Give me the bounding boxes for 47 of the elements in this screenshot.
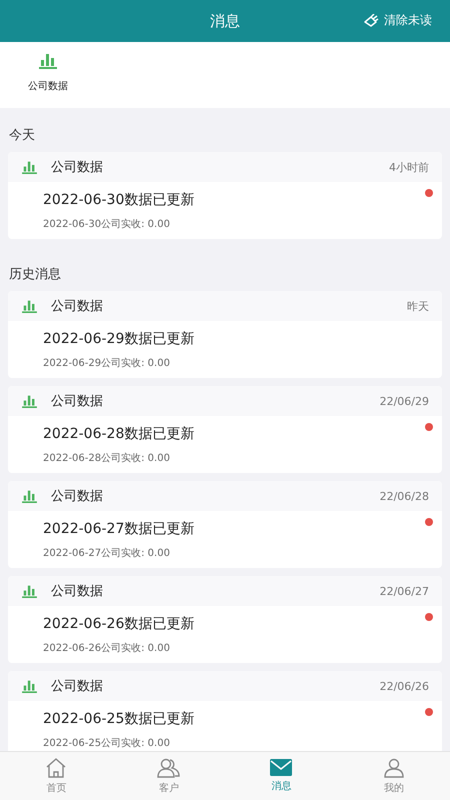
home-icon xyxy=(45,758,68,778)
message-detail: 2022-06-29公司实收: 0.00 xyxy=(43,356,171,370)
message-detail: 2022-06-25公司实收: 0.00 xyxy=(43,736,171,750)
bar-chart-icon xyxy=(22,584,37,598)
message-time: 4小时前 xyxy=(389,160,429,174)
message-title: 2022-06-27数据已更新 xyxy=(43,520,196,538)
bar-chart-icon xyxy=(22,394,37,408)
message-category: 公司数据 xyxy=(51,583,103,600)
bar-chart-icon xyxy=(22,160,37,174)
message-detail: 2022-06-30公司实收: 0.00 xyxy=(43,218,171,231)
message-detail: 2022-06-26公司实收: 0.00 xyxy=(43,642,171,655)
message-category: 公司数据 xyxy=(51,393,103,410)
bar-chart-icon xyxy=(22,679,37,693)
message-card[interactable]: 公司数据 昨天 2022-06-29数据已更新 2022-06-29公司实收: 0.00 xyxy=(8,291,442,378)
message-detail: 2022-06-28公司实收: 0.00 xyxy=(43,452,171,465)
users-icon xyxy=(156,758,181,778)
message-title: 2022-06-25数据已更新 xyxy=(43,710,196,728)
user-icon xyxy=(384,758,404,778)
page-title: 消息 xyxy=(210,12,240,30)
envelope-icon xyxy=(270,759,292,776)
message-category: 公司数据 xyxy=(51,488,103,505)
message-time: 22/06/29 xyxy=(380,394,429,408)
message-time: 昨天 xyxy=(407,298,429,314)
message-title: 2022-06-30数据已更新 xyxy=(43,191,196,209)
message-card[interactable]: 公司数据 22/06/26 2022-06-25数据已更新 2022-06-25公司实收: 0.00 xyxy=(8,671,442,751)
message-category: 公司数据 xyxy=(51,159,103,176)
message-time: 22/06/26 xyxy=(380,680,429,692)
bar-chart-icon xyxy=(22,299,37,313)
message-card[interactable]: 公司数据 22/06/27 2022-06-26数据已更新 2022-06-26公司实收: 0.00 xyxy=(8,576,442,663)
shortcut-button[interactable]: 公司数据 xyxy=(22,42,74,108)
message-detail: 2022-06-27公司实收: 0.00 xyxy=(43,546,171,560)
message-time: 22/06/28 xyxy=(380,490,429,502)
bar-chart-icon xyxy=(22,489,37,503)
message-card[interactable]: 公司数据 22/06/28 2022-06-27数据已更新 2022-06-27公司实收: 0.00 xyxy=(8,481,442,568)
clear-unread-button[interactable]: 清除未读 xyxy=(364,12,432,29)
message-category: 公司数据 xyxy=(51,678,103,695)
message-category: 公司数据 xyxy=(51,298,103,315)
bar-chart-icon xyxy=(39,52,57,69)
message-card[interactable]: 公司数据 4小时前 2022-06-30数据已更新 2022-06-30公司实收: 0.00 xyxy=(8,152,442,239)
section-title: 今天 xyxy=(8,127,36,145)
message-title: 2022-06-26数据已更新 xyxy=(43,615,196,633)
message-title: 2022-06-28数据已更新 xyxy=(43,425,196,443)
message-title: 2022-06-29数据已更新 xyxy=(43,330,196,348)
message-time: 22/06/27 xyxy=(380,584,429,598)
tab-item[interactable]: 消息 xyxy=(225,752,338,800)
message-card[interactable]: 公司数据 22/06/29 2022-06-28数据已更新 2022-06-28公司实收: 0.00 xyxy=(8,386,442,473)
section-title: 历史消息 xyxy=(8,266,62,284)
